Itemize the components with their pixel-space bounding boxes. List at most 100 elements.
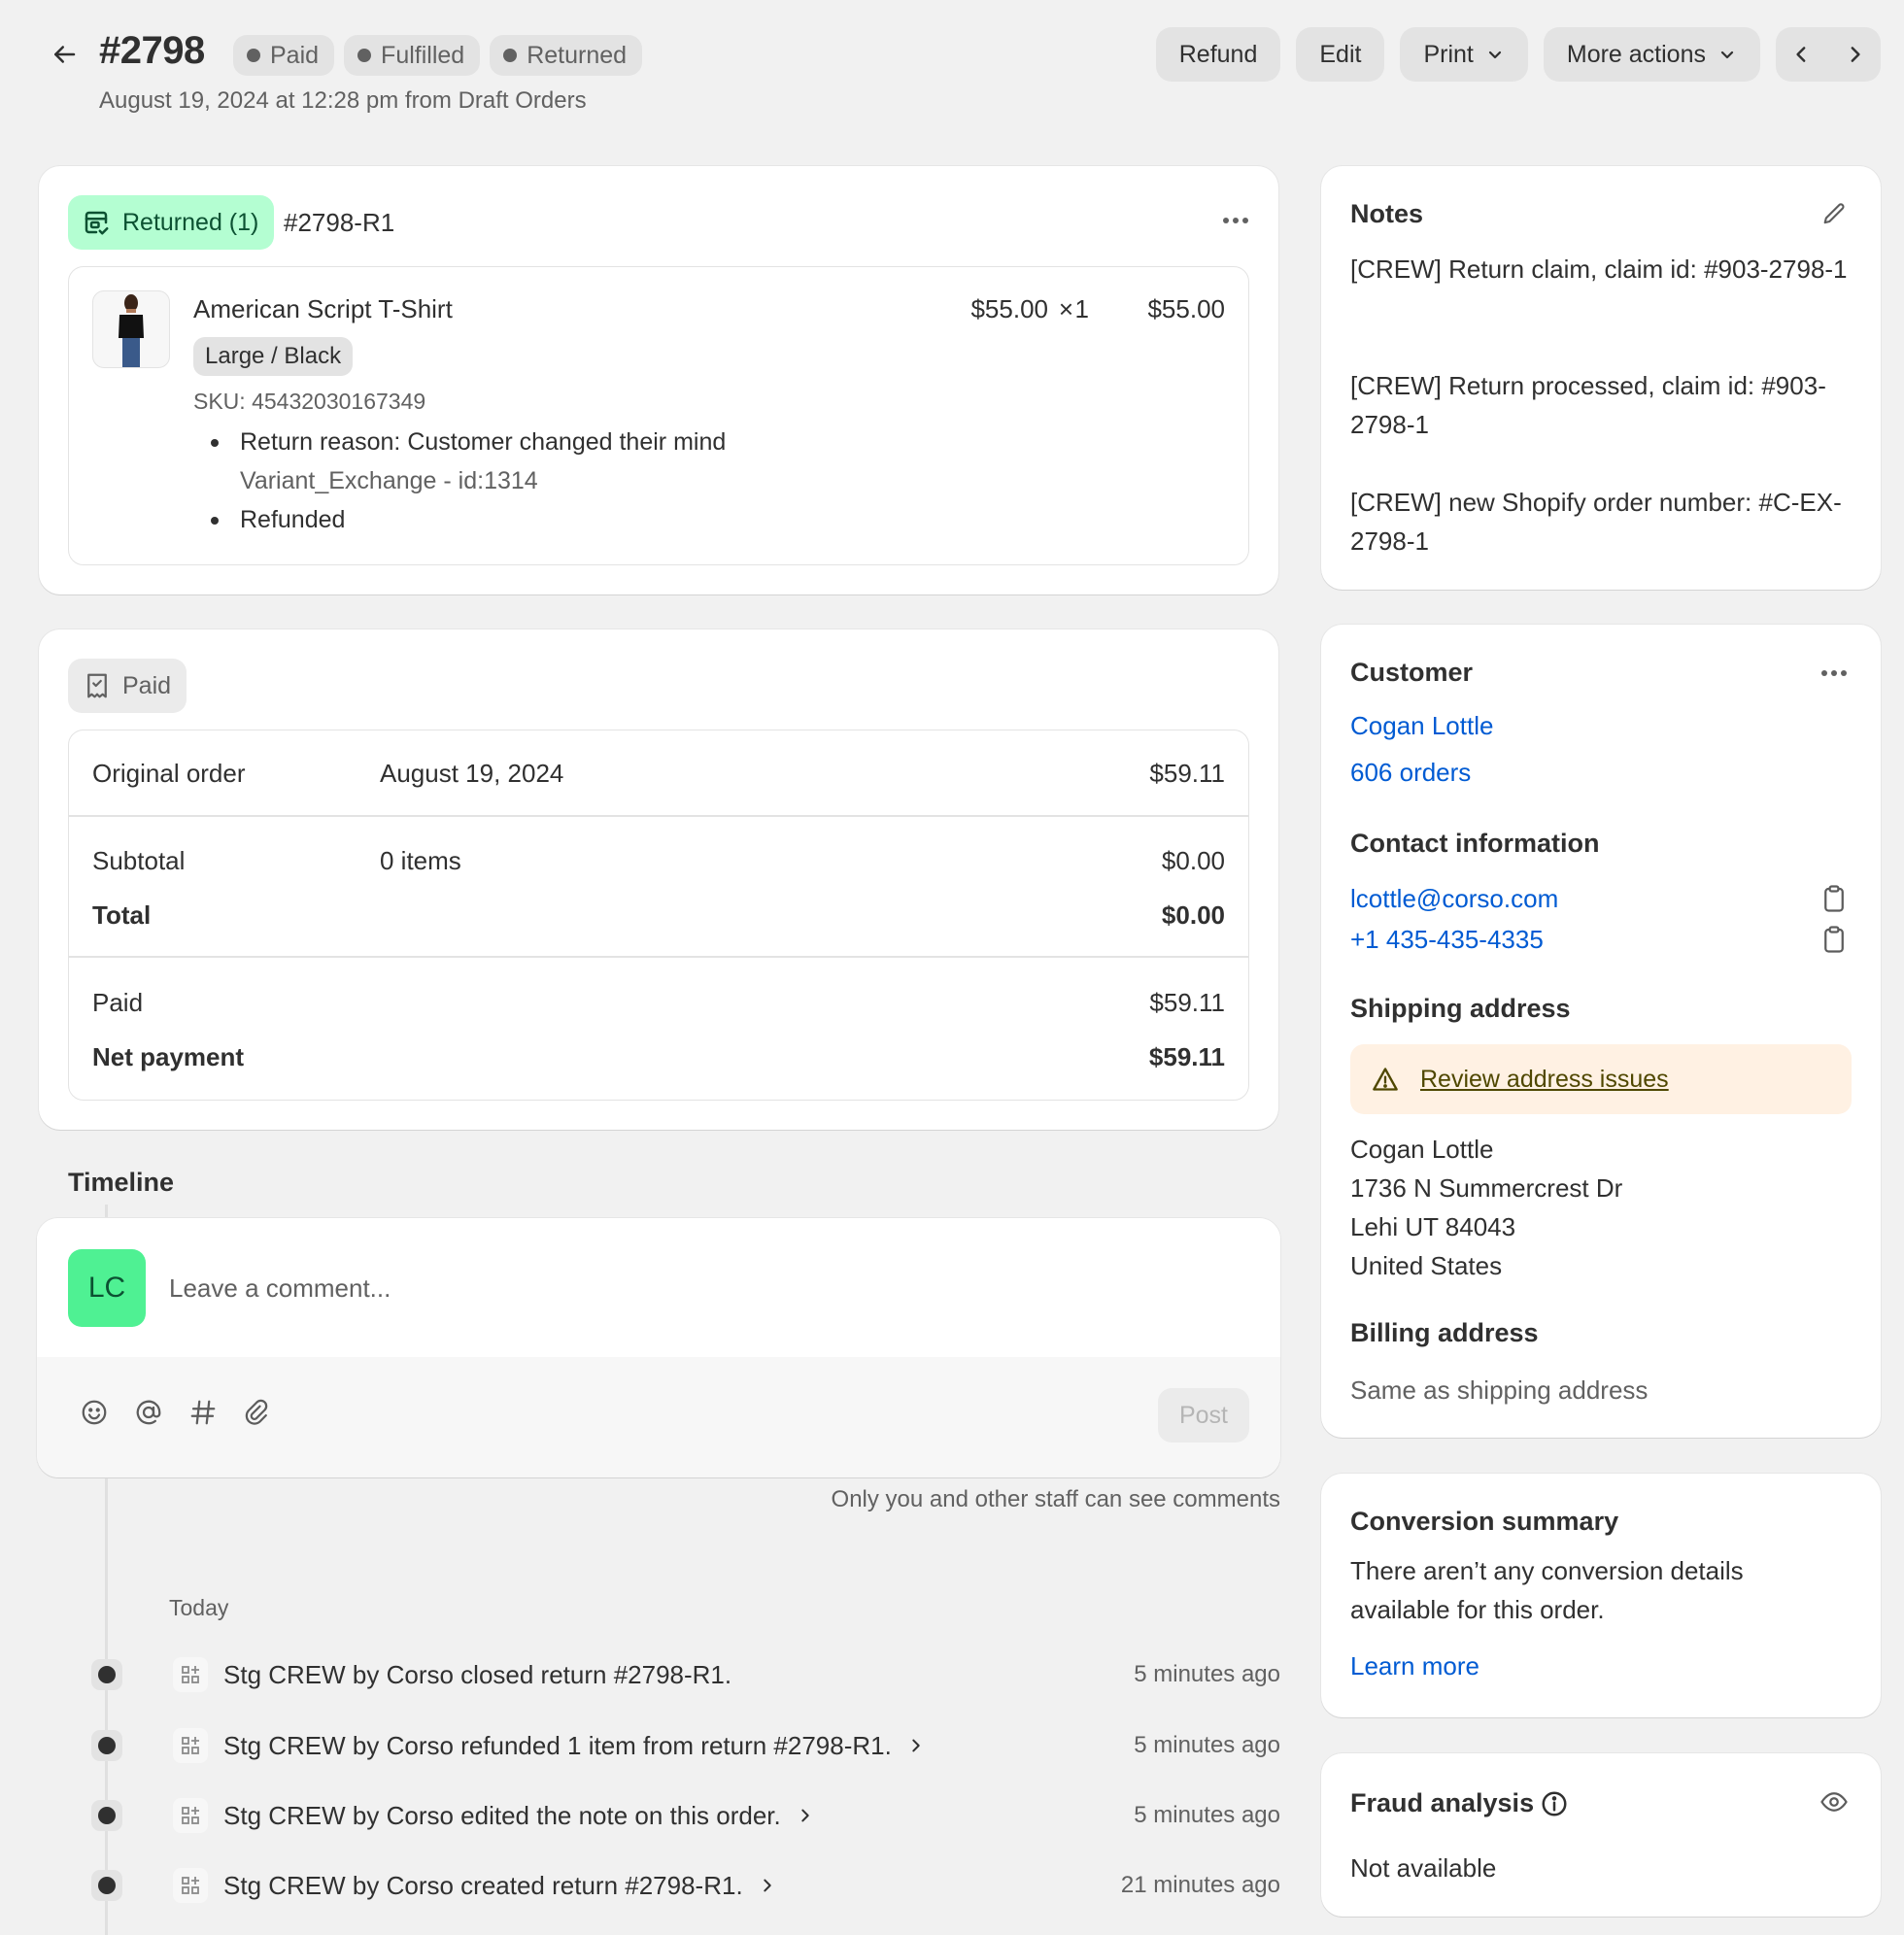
row-label: Original order: [92, 758, 246, 788]
previous-order-button[interactable]: [1776, 27, 1828, 82]
apps-add-icon: [182, 1737, 199, 1754]
timeline-event-expand[interactable]: Stg CREW by Corso refunded 1 item from r…: [223, 1731, 925, 1761]
original-order-row: Original order August 19, 2024 $59.11: [92, 754, 1225, 793]
row-label: Paid: [92, 987, 144, 1017]
staff-only-note: Only you and other staff can see comment…: [831, 1486, 1280, 1512]
return-card: Returned (1) #2798-R1 American Script T-…: [39, 166, 1278, 594]
app-icon: [173, 1868, 208, 1903]
address-warning-banner: Review address issues: [1350, 1044, 1852, 1114]
event-text: Stg CREW by Corso refunded 1 item from r…: [223, 1730, 892, 1760]
arrow-left-icon: [54, 46, 76, 63]
learn-more-link[interactable]: Learn more: [1350, 1651, 1479, 1680]
event-text: Stg CREW by Corso closed return #2798-R1…: [223, 1659, 732, 1689]
toggle-fraud-visibility-button[interactable]: [1817, 1784, 1852, 1819]
review-address-issues-link[interactable]: Review address issues: [1420, 1066, 1669, 1094]
product-image-icon: [119, 294, 144, 367]
refund-label: Refund: [1178, 40, 1258, 68]
info-icon[interactable]: [1540, 1789, 1569, 1818]
timeline-marker-icon: [91, 1870, 122, 1901]
shipping-address-title: Shipping address: [1350, 994, 1571, 1023]
paid-status-badge: Paid: [68, 659, 187, 713]
chevron-right-icon: [1851, 47, 1860, 62]
row-amount: $59.11: [1148, 1041, 1225, 1071]
status-dot-icon: [247, 49, 260, 62]
order-subtitle: August 19, 2024 at 12:28 pm from Draft O…: [99, 87, 587, 114]
subtotal-row: Subtotal 0 items $0.00: [92, 841, 1225, 880]
timeline-event: Stg CREW by Corso refunded 1 item from r…: [91, 1724, 1280, 1767]
row-label: Total: [92, 900, 152, 930]
conversion-summary-card: Conversion summary There aren’t any conv…: [1321, 1474, 1881, 1717]
customer-email-link[interactable]: lcottle@corso.com: [1350, 884, 1558, 913]
pencil-icon: [1823, 203, 1845, 224]
print-button[interactable]: Print: [1400, 27, 1528, 82]
print-label: Print: [1423, 40, 1474, 68]
fraud-title-text: Fraud analysis: [1350, 1788, 1535, 1817]
copy-email-button[interactable]: [1817, 881, 1852, 916]
chevron-right-icon: [763, 1879, 771, 1892]
conversion-title: Conversion summary: [1350, 1507, 1619, 1536]
emoji-icon: [82, 1400, 107, 1425]
back-button[interactable]: [45, 35, 84, 74]
avatar: LC: [68, 1249, 146, 1327]
timeline-event-expand[interactable]: Stg CREW by Corso created return #2798-R…: [223, 1871, 776, 1901]
shipping-address-line: 1736 N Summercrest Dr: [1350, 1173, 1623, 1203]
returned-status-label: Returned (1): [122, 208, 259, 236]
status-badge-returned: Returned: [490, 35, 643, 76]
note-line: [CREW] Return processed, claim id: #903-…: [1350, 371, 1826, 439]
attach-button[interactable]: [241, 1396, 274, 1429]
more-actions-button[interactable]: More actions: [1543, 27, 1760, 82]
comment-box: LC Post: [37, 1218, 1280, 1477]
status-badges: Paid Fulfilled Returned: [233, 35, 643, 76]
product-name-link[interactable]: American Script T-Shirt: [193, 294, 453, 324]
apps-add-icon: [182, 1877, 199, 1894]
customer-menu-button[interactable]: [1817, 656, 1852, 691]
app-icon: [173, 1657, 208, 1692]
line-total: $55.00: [1147, 294, 1225, 323]
customer-phone-link[interactable]: +1 435-435-4335: [1350, 925, 1544, 954]
edit-button[interactable]: Edit: [1296, 27, 1385, 82]
shipping-address-line: Lehi UT 84043: [1350, 1212, 1516, 1241]
payment-summary: Original order August 19, 2024 $59.11 Su…: [68, 730, 1249, 1101]
paid-row: Paid $59.11: [92, 983, 1225, 1022]
hashtag-button[interactable]: [187, 1396, 220, 1429]
timeline-event: Stg CREW by Corso edited the note on thi…: [91, 1794, 1280, 1837]
chevron-left-icon: [1796, 47, 1806, 62]
refund-button[interactable]: Refund: [1155, 27, 1281, 82]
status-dot-icon: [503, 49, 518, 62]
comment-input[interactable]: [169, 1249, 1238, 1327]
apps-add-icon: [182, 1807, 199, 1824]
return-reason-detail: Variant_Exchange - id:1314: [240, 467, 538, 494]
return-menu-button[interactable]: [1216, 201, 1255, 240]
mention-button[interactable]: [132, 1396, 165, 1429]
comment-tools: [78, 1396, 274, 1429]
app-icon: [173, 1798, 208, 1833]
customer-orders-link[interactable]: 606 orders: [1350, 758, 1471, 787]
return-box-icon: [85, 211, 109, 235]
chevron-right-icon: [912, 1739, 920, 1752]
quantity: 1: [1074, 294, 1089, 323]
chevron-down-icon: [1488, 51, 1501, 59]
customer-name-link[interactable]: Cogan Lottle: [1350, 711, 1493, 740]
header-actions: Refund Edit Print More actions: [1155, 27, 1881, 82]
divider: [69, 956, 1248, 958]
contact-information-title: Contact information: [1350, 829, 1600, 858]
clipboard-icon: [1824, 926, 1844, 953]
post-button[interactable]: Post: [1157, 1388, 1249, 1443]
net-payment-row: Net payment $59.11: [92, 1037, 1225, 1076]
row-amount: $59.11: [1149, 987, 1225, 1017]
emoji-button[interactable]: [78, 1396, 111, 1429]
badge-label: Returned: [527, 41, 628, 69]
copy-phone-button[interactable]: [1817, 922, 1852, 957]
product-sku: SKU: 45432030167349: [193, 389, 426, 414]
unit-price: $55.00: [970, 294, 1048, 323]
edit-notes-button[interactable]: [1817, 197, 1852, 232]
product-thumbnail[interactable]: [92, 290, 170, 368]
badge-label: Fulfilled: [381, 41, 465, 69]
row-amount: $0.00: [1161, 900, 1225, 930]
timeline-event-expand[interactable]: Stg CREW by Corso edited the note on thi…: [223, 1801, 814, 1831]
status-dot-icon: [357, 49, 372, 62]
next-order-button[interactable]: [1828, 27, 1881, 82]
app-icon: [173, 1728, 208, 1763]
variant-badge: Large / Black: [193, 337, 354, 376]
row-amount: $0.00: [1161, 845, 1225, 875]
